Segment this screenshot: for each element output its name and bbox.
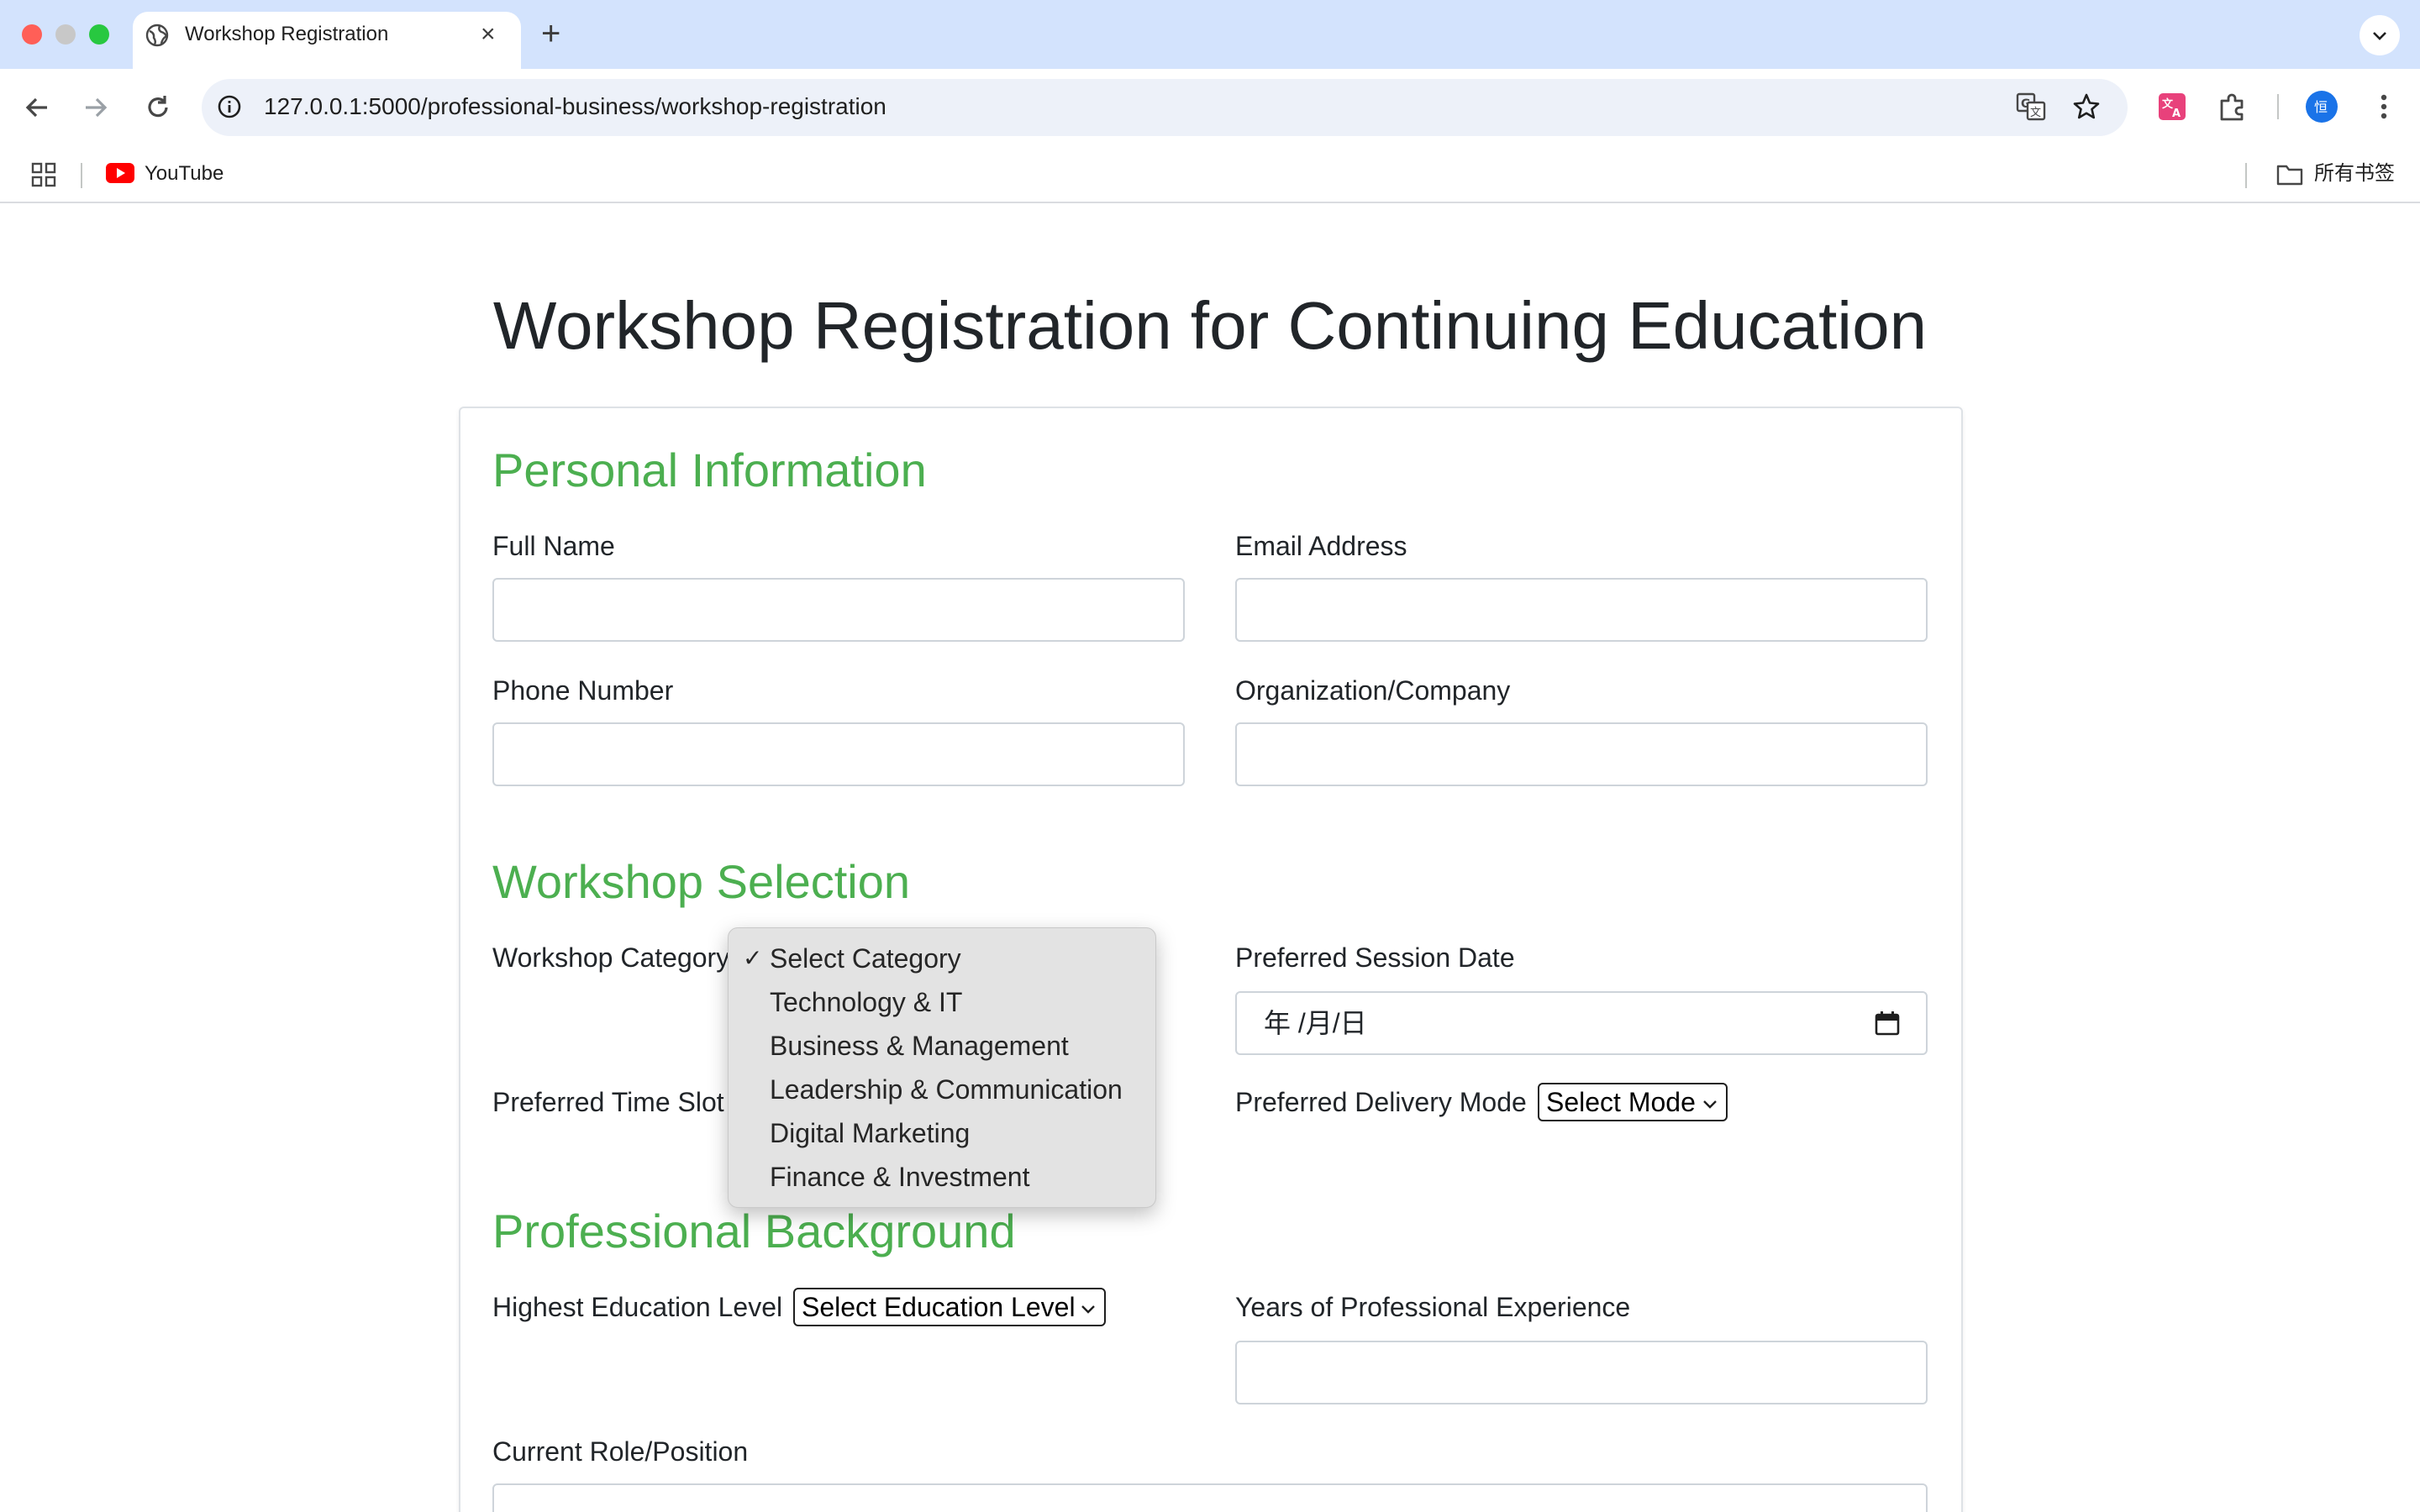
category-option-leadership[interactable]: Leadership & Communication	[770, 1073, 1123, 1106]
bookmarks-bar	[0, 148, 2420, 203]
site-info-icon[interactable]	[215, 92, 244, 121]
delivery-mode-value: Select Mode	[1546, 1087, 1696, 1117]
organization-label: Organization/Company	[1235, 675, 1511, 706]
workshop-category-label: Workshop Category	[492, 942, 730, 973]
svg-text:恒: 恒	[2314, 99, 2328, 115]
session-date-label: Preferred Session Date	[1235, 942, 1515, 973]
education-level-label: Highest Education Level	[492, 1292, 783, 1322]
education-level-select[interactable]: Select Education Level	[793, 1288, 1106, 1326]
close-window-button[interactable]	[22, 24, 42, 45]
bookmark-star-icon[interactable]	[2070, 91, 2102, 123]
reload-icon[interactable]	[139, 89, 176, 126]
bookmark-youtube[interactable]: YouTube	[145, 161, 224, 186]
experience-input[interactable]	[1235, 1341, 1928, 1404]
tab-close-icon[interactable]: ×	[481, 20, 496, 49]
email-label: Email Address	[1235, 531, 1407, 561]
toolbar-divider	[2277, 94, 2279, 119]
delivery-mode-select[interactable]: Select Mode	[1538, 1083, 1728, 1121]
folder-icon	[2276, 165, 2303, 186]
bookmark-all-bookmarks[interactable]: 所有书签	[2314, 161, 2395, 186]
organization-input[interactable]	[1235, 722, 1928, 786]
category-option-technology[interactable]: Technology & IT	[770, 985, 962, 1019]
url-text[interactable]: 127.0.0.1:5000/professional-business/wor…	[264, 92, 886, 121]
education-level-value: Select Education Level	[802, 1292, 1076, 1322]
translate-icon[interactable]: G 文	[2015, 91, 2047, 123]
translator-extension-icon[interactable]: 文 A	[2154, 89, 2190, 124]
bookmarks-divider-right	[2245, 163, 2247, 188]
youtube-icon	[106, 163, 134, 183]
category-option-business[interactable]: Business & Management	[770, 1029, 1069, 1063]
experience-label: Years of Professional Experience	[1235, 1292, 1631, 1322]
maximize-window-button[interactable]	[89, 24, 109, 45]
globe-icon	[145, 24, 169, 47]
forward-icon[interactable]	[77, 89, 114, 126]
svg-text:A: A	[2172, 108, 2181, 120]
new-tab-button[interactable]: +	[541, 15, 560, 52]
selected-check-icon: ✓	[743, 945, 763, 971]
email-input[interactable]	[1235, 578, 1928, 642]
page-title: Workshop Registration for Continuing Edu…	[492, 288, 1928, 363]
date-placeholder: 年 /月/日	[1264, 1008, 1367, 1038]
calendar-icon[interactable]	[1874, 1010, 1901, 1037]
full-name-label: Full Name	[492, 531, 615, 561]
phone-label: Phone Number	[492, 675, 674, 706]
extensions-puzzle-icon[interactable]	[2215, 89, 2250, 124]
chevron-down-icon	[2373, 32, 2386, 40]
time-slot-label: Preferred Time Slot	[492, 1087, 724, 1117]
delivery-mode-label: Preferred Delivery Mode	[1235, 1087, 1527, 1117]
apps-grid-icon[interactable]	[30, 161, 57, 188]
section-personal-information: Personal Information	[492, 444, 927, 496]
full-name-input[interactable]	[492, 578, 1185, 642]
current-role-input[interactable]	[492, 1483, 1928, 1512]
profile-avatar-icon[interactable]: 恒	[2304, 89, 2339, 124]
chevron-down-icon	[1703, 1100, 1717, 1109]
svg-text:文: 文	[2030, 107, 2041, 119]
category-option-digital-marketing[interactable]: Digital Marketing	[770, 1116, 970, 1150]
tab-search-button[interactable]	[2360, 15, 2400, 55]
current-role-label: Current Role/Position	[492, 1436, 749, 1467]
minimize-window-button[interactable]	[55, 24, 76, 45]
tab-title: Workshop Registration	[185, 23, 389, 45]
chevron-down-icon	[1081, 1305, 1095, 1314]
section-professional-background: Professional Background	[492, 1205, 1016, 1257]
back-icon[interactable]	[18, 89, 55, 126]
phone-input[interactable]	[492, 722, 1185, 786]
category-option-select[interactable]: Select Category	[770, 942, 961, 975]
bookmarks-divider	[81, 163, 82, 188]
category-option-finance[interactable]: Finance & Investment	[770, 1160, 1029, 1194]
section-workshop-selection: Workshop Selection	[492, 855, 910, 908]
more-menu-icon[interactable]	[2366, 89, 2402, 124]
